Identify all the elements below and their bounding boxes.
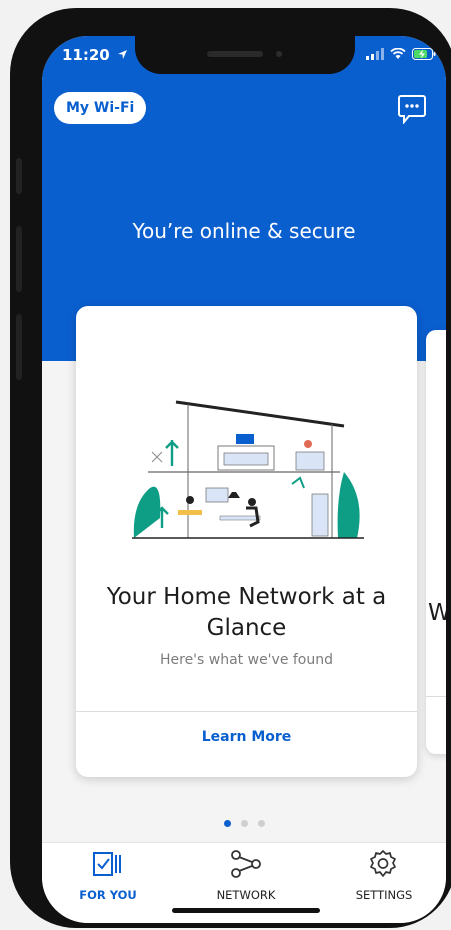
connection-status-text: You’re online & secure: [132, 219, 356, 243]
app-screen: 11:20 My Wi-Fi You’re online & secure Yo…: [42, 36, 446, 923]
side-button-volume-up: [16, 226, 22, 292]
pager-dot-2[interactable]: [240, 820, 248, 827]
tab-label: SETTINGS: [355, 888, 413, 902]
tab-label: NETWORK: [216, 888, 276, 902]
cellular-signal-icon: [366, 48, 384, 60]
tab-settings[interactable]: SETTINGS: [324, 843, 444, 913]
front-camera: [276, 51, 282, 57]
status-time: 11:20: [62, 46, 128, 64]
pager-dot-1[interactable]: [223, 820, 231, 827]
tab-label: FOR YOU: [79, 888, 137, 902]
phone-frame: 11:20 My Wi-Fi You’re online & secure Yo…: [10, 8, 451, 928]
carousel-pager: [42, 820, 446, 827]
wifi-icon: [390, 48, 406, 59]
home-indicator: [172, 908, 320, 913]
location-arrow-icon: [117, 50, 127, 59]
next-card-peek[interactable]: W: [426, 330, 446, 754]
next-card-title: W: [428, 600, 446, 626]
house-illustration: [132, 400, 364, 539]
card-subtitle: Here's what we've found: [159, 652, 334, 668]
battery-charging-icon: [412, 48, 436, 60]
my-wifi-button[interactable]: My Wi-Fi: [54, 92, 147, 124]
network-nodes-icon: [231, 850, 261, 878]
learn-more-link[interactable]: Learn More: [76, 729, 417, 745]
pager-dot-3[interactable]: [257, 820, 265, 827]
tab-network[interactable]: NETWORK: [186, 843, 306, 913]
home-network-card[interactable]: Your Home Network at a Glance Here's wha…: [76, 306, 417, 777]
side-button-silent: [16, 158, 22, 194]
status-icons: [366, 48, 436, 60]
chat-icon[interactable]: [398, 94, 426, 128]
camera-notch: [135, 36, 355, 74]
speaker-grille: [207, 51, 263, 57]
card-divider: [76, 711, 417, 712]
gear-icon: [370, 850, 396, 877]
card-title: Your Home Network at a Glance: [106, 584, 387, 641]
checklist-icon: [93, 852, 121, 876]
next-card-divider: [426, 696, 446, 697]
side-button-volume-down: [16, 314, 22, 380]
tab-for-you[interactable]: FOR YOU: [48, 843, 168, 913]
